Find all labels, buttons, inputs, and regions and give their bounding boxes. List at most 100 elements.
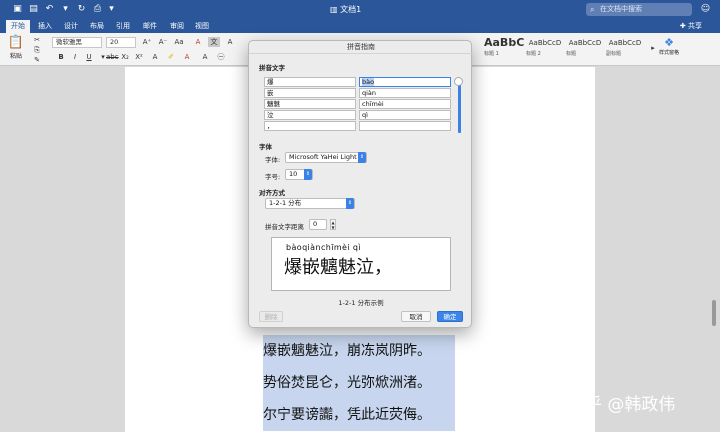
smiley-icon[interactable]: ☺ bbox=[700, 4, 711, 15]
styles-pane-icon: ❖ bbox=[664, 36, 674, 49]
tab-review[interactable]: 审阅 bbox=[165, 20, 189, 33]
doc-line[interactable]: 势俗焚昆仑，光弥焮洲渚。 bbox=[263, 367, 455, 399]
redo-icon[interactable]: ↻ bbox=[76, 4, 87, 15]
subscript-icon[interactable]: X₂ bbox=[120, 52, 130, 62]
offset-value: 0 bbox=[313, 220, 318, 228]
cancel-button[interactable]: 取消 bbox=[401, 311, 431, 322]
char-border-icon[interactable]: A bbox=[224, 37, 236, 47]
copy-icon[interactable]: ⎘ bbox=[32, 45, 42, 55]
style-name: 标题 1 bbox=[484, 51, 499, 57]
bold-icon[interactable]: B bbox=[56, 52, 66, 62]
font-size-select[interactable]: 20 bbox=[106, 37, 136, 48]
char-shading-icon[interactable]: A bbox=[200, 52, 210, 62]
font-section-heading: 字体 bbox=[259, 143, 272, 151]
vertical-scrollbar[interactable] bbox=[712, 300, 716, 326]
format-painter-icon[interactable]: ✎ bbox=[32, 55, 42, 65]
font-select[interactable]: Microsoft YaHei Light ⇕ bbox=[285, 152, 367, 163]
grid-scrollbar[interactable] bbox=[458, 83, 461, 133]
search-input[interactable]: ⌕ 在文档中搜索 bbox=[586, 3, 692, 16]
document-icon: ▥ bbox=[330, 5, 341, 14]
share-button[interactable]: ✚ 共享 bbox=[680, 20, 702, 33]
base-char-field[interactable]: 泣 bbox=[264, 110, 356, 120]
watermark: 知乎 @韩政伟 bbox=[568, 395, 676, 415]
style-name: 副标题 bbox=[606, 51, 622, 57]
tab-view[interactable]: 视图 bbox=[190, 20, 214, 33]
base-char-field[interactable]: 魑魅 bbox=[264, 99, 356, 109]
style-sample: AaBbCcD bbox=[608, 39, 642, 47]
ruby-text-field[interactable] bbox=[359, 121, 451, 131]
sidebar-icon[interactable]: ▣ bbox=[12, 4, 23, 15]
ruby-text-value: bào bbox=[362, 78, 375, 86]
style-subtitle[interactable]: AaBbCcD 副标题 bbox=[606, 36, 644, 62]
style-sample: AaBbCcD bbox=[528, 39, 562, 47]
phonetic-guide-dialog: 拼音指南 拼音文字 爆 bào 嵌 qiàn 魑魅 chīmèi 泣 qì ， … bbox=[248, 40, 473, 328]
search-icon: ⌕ bbox=[590, 5, 595, 14]
tab-design[interactable]: 设计 bbox=[59, 20, 83, 33]
tab-references[interactable]: 引用 bbox=[111, 20, 135, 33]
strikethrough-icon[interactable]: abc bbox=[106, 52, 119, 62]
tab-home[interactable]: 开始 bbox=[6, 20, 30, 33]
align-select-value: 1-2-1 分布 bbox=[269, 199, 302, 207]
ok-button[interactable]: 确定 bbox=[437, 311, 463, 322]
delete-button[interactable]: 删除 bbox=[259, 311, 283, 322]
italic-icon[interactable]: I bbox=[70, 52, 80, 62]
preview-text: 爆嵌魑魅泣， bbox=[284, 257, 392, 278]
font-color-icon[interactable]: A bbox=[182, 52, 192, 62]
chevron-updown-icon: ⇕ bbox=[358, 152, 366, 163]
style-name: 标题 2 bbox=[526, 51, 541, 57]
undo-icon[interactable]: ↶ bbox=[44, 4, 55, 15]
base-char-field[interactable]: ， bbox=[264, 121, 356, 131]
underline-icon[interactable]: U bbox=[84, 52, 94, 62]
shrink-font-icon[interactable]: A⁻ bbox=[156, 37, 170, 47]
align-select[interactable]: 1-2-1 分布 ⇕ bbox=[265, 198, 355, 209]
document-title: ▥ 文档1 bbox=[330, 5, 362, 14]
ruby-text-field[interactable]: bào bbox=[359, 77, 451, 87]
preview-ruby: bàoqiànchīmèi qì bbox=[286, 243, 362, 252]
font-name-value: 微软雅黑 bbox=[56, 38, 82, 46]
preview-caption: 1-2-1 分布示例 bbox=[338, 299, 384, 307]
tab-layout[interactable]: 布局 bbox=[85, 20, 109, 33]
text-effects-icon[interactable]: A bbox=[150, 52, 160, 62]
phonetic-guide-icon[interactable]: 文 bbox=[208, 37, 220, 47]
font-select-value: Microsoft YaHei Light bbox=[289, 153, 357, 161]
doc-line[interactable]: 尔宁要谤讟，凭此近荧侮。 bbox=[263, 399, 455, 431]
size-select[interactable]: 10 ⇕ bbox=[285, 169, 313, 180]
style-heading1[interactable]: AaBbC 标题 1 bbox=[484, 36, 525, 62]
chevron-updown-icon: ⇕ bbox=[304, 169, 312, 180]
paste-button[interactable]: 📋 粘贴 bbox=[6, 35, 26, 63]
styles-expand-icon[interactable]: ▸ bbox=[648, 43, 658, 53]
change-case-icon[interactable]: Aa bbox=[172, 37, 186, 47]
style-heading2[interactable]: AaBbCcD 标题 2 bbox=[526, 36, 564, 62]
highlight-color-icon[interactable]: ✐ bbox=[166, 52, 176, 62]
style-title[interactable]: AaBbCcD 标题 bbox=[566, 36, 604, 62]
style-sample: AaBbC bbox=[484, 36, 525, 49]
undo-dropdown-icon[interactable]: ▾ bbox=[60, 4, 71, 15]
align-section-heading: 对齐方式 bbox=[259, 189, 285, 197]
enclose-char-icon[interactable]: ㊀ bbox=[216, 52, 226, 62]
grow-font-icon[interactable]: A⁺ bbox=[140, 37, 154, 47]
ruby-text-field[interactable]: qiàn bbox=[359, 88, 451, 98]
offset-input[interactable]: 0 bbox=[309, 219, 327, 230]
base-char-field[interactable]: 爆 bbox=[264, 77, 356, 87]
pinyin-section-heading: 拼音文字 bbox=[259, 64, 285, 72]
font-label: 字体: bbox=[265, 156, 281, 164]
tab-insert[interactable]: 插入 bbox=[33, 20, 57, 33]
ruby-text-field[interactable]: qì bbox=[359, 110, 451, 120]
save-icon[interactable]: ▤ bbox=[28, 4, 39, 15]
more-icon[interactable]: ▾ bbox=[106, 4, 117, 15]
doc-line[interactable]: 爆嵌魑魅泣，崩冻岚阴昨。 bbox=[263, 335, 455, 367]
cut-icon[interactable]: ✂ bbox=[32, 35, 42, 45]
preview-box: bàoqiànchīmèi qì 爆嵌魑魅泣， bbox=[271, 237, 451, 291]
search-placeholder: 在文档中搜索 bbox=[600, 5, 642, 13]
ruby-text-field[interactable]: chīmèi bbox=[359, 99, 451, 109]
font-size-value: 20 bbox=[110, 38, 119, 46]
base-char-field[interactable]: 嵌 bbox=[264, 88, 356, 98]
grid-scroll-knob[interactable] bbox=[454, 77, 463, 86]
clear-format-icon[interactable]: A bbox=[192, 37, 204, 47]
superscript-icon[interactable]: X² bbox=[134, 52, 144, 62]
print-icon[interactable]: ⎙ bbox=[92, 4, 103, 15]
offset-stepper-icon[interactable]: ▲ ▼ bbox=[330, 219, 336, 230]
tab-mailings[interactable]: 邮件 bbox=[138, 20, 162, 33]
font-name-select[interactable]: 微软雅黑 bbox=[52, 37, 102, 48]
styles-pane-button[interactable]: ❖ 样式窗格 bbox=[658, 36, 680, 64]
